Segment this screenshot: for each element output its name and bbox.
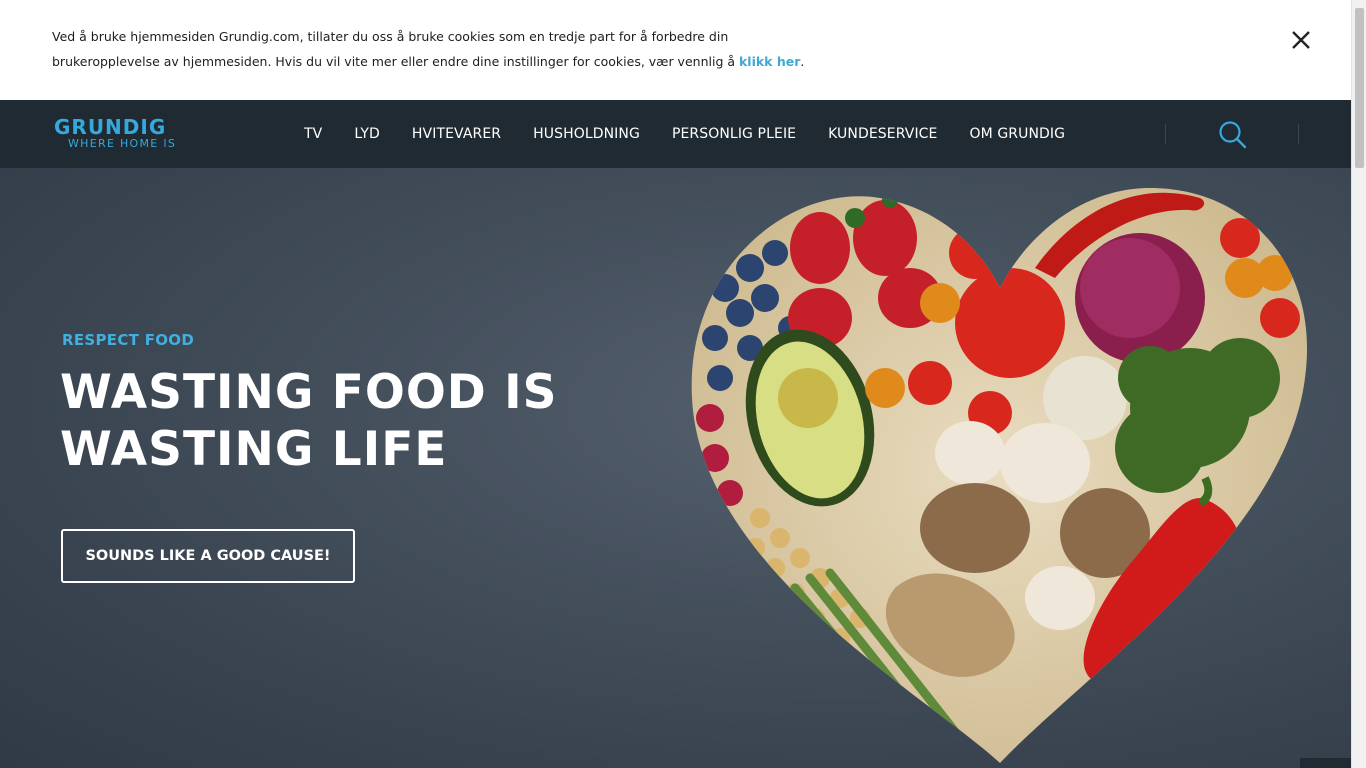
cookie-message-line2: brukeropplevelse av hjemmesiden. Hvis du… <box>52 54 739 69</box>
nav-item-hvitevarer[interactable]: HVITEVARER <box>396 126 517 142</box>
cta-button[interactable]: SOUNDS LIKE A GOOD CAUSE! <box>61 529 355 583</box>
nav-divider <box>1298 124 1299 144</box>
logo-wordmark: GRUNDIG <box>54 115 167 139</box>
close-icon[interactable] <box>1287 26 1315 54</box>
nav-menu: TV LYD HVITEVARER HUSHOLDNING PERSONLIG … <box>288 100 1081 168</box>
nav-item-husholdning[interactable]: HUSHOLDNING <box>517 126 656 142</box>
nav-item-personlig-pleie[interactable]: PERSONLIG PLEIE <box>656 126 812 142</box>
hero-headline-line2: WASTING LIFE <box>60 422 448 477</box>
hero-eyebrow: RESPECT FOOD <box>62 331 195 349</box>
cookie-settings-link[interactable]: klikk her <box>739 54 800 69</box>
page-scrollbar[interactable] <box>1351 0 1366 768</box>
nav-divider <box>1165 124 1166 144</box>
logo-tagline: WHERE HOME IS <box>68 137 177 150</box>
chat-widget-tab[interactable] <box>1300 758 1351 768</box>
hero-headline: WASTING FOOD IS WASTING LIFE <box>60 364 580 478</box>
hero-banner: RESPECT FOOD WASTING FOOD IS WASTING LIF… <box>0 168 1351 768</box>
cookie-message-tail: . <box>800 54 805 69</box>
nav-item-kundeservice[interactable]: KUNDESERVICE <box>812 126 953 142</box>
heart-of-vegetables-image <box>691 188 1308 763</box>
search-icon[interactable] <box>1216 118 1250 152</box>
main-navigation: GRUNDIG WHERE HOME IS TV LYD HVITEVARER … <box>0 100 1351 168</box>
hero-headline-line1: WASTING FOOD IS <box>60 365 558 420</box>
cookie-message: Ved å bruke hjemmesiden Grundig.com, til… <box>52 24 812 74</box>
nav-item-lyd[interactable]: LYD <box>338 126 396 142</box>
nav-item-tv[interactable]: TV <box>288 126 338 142</box>
grundig-logo[interactable]: GRUNDIG WHERE HOME IS <box>54 117 194 153</box>
cookie-message-line1: Ved å bruke hjemmesiden Grundig.com, til… <box>52 29 729 44</box>
cookie-banner: Ved å bruke hjemmesiden Grundig.com, til… <box>0 0 1351 100</box>
scrollbar-thumb[interactable] <box>1355 8 1364 168</box>
nav-item-om-grundig[interactable]: OM GRUNDIG <box>954 126 1082 142</box>
